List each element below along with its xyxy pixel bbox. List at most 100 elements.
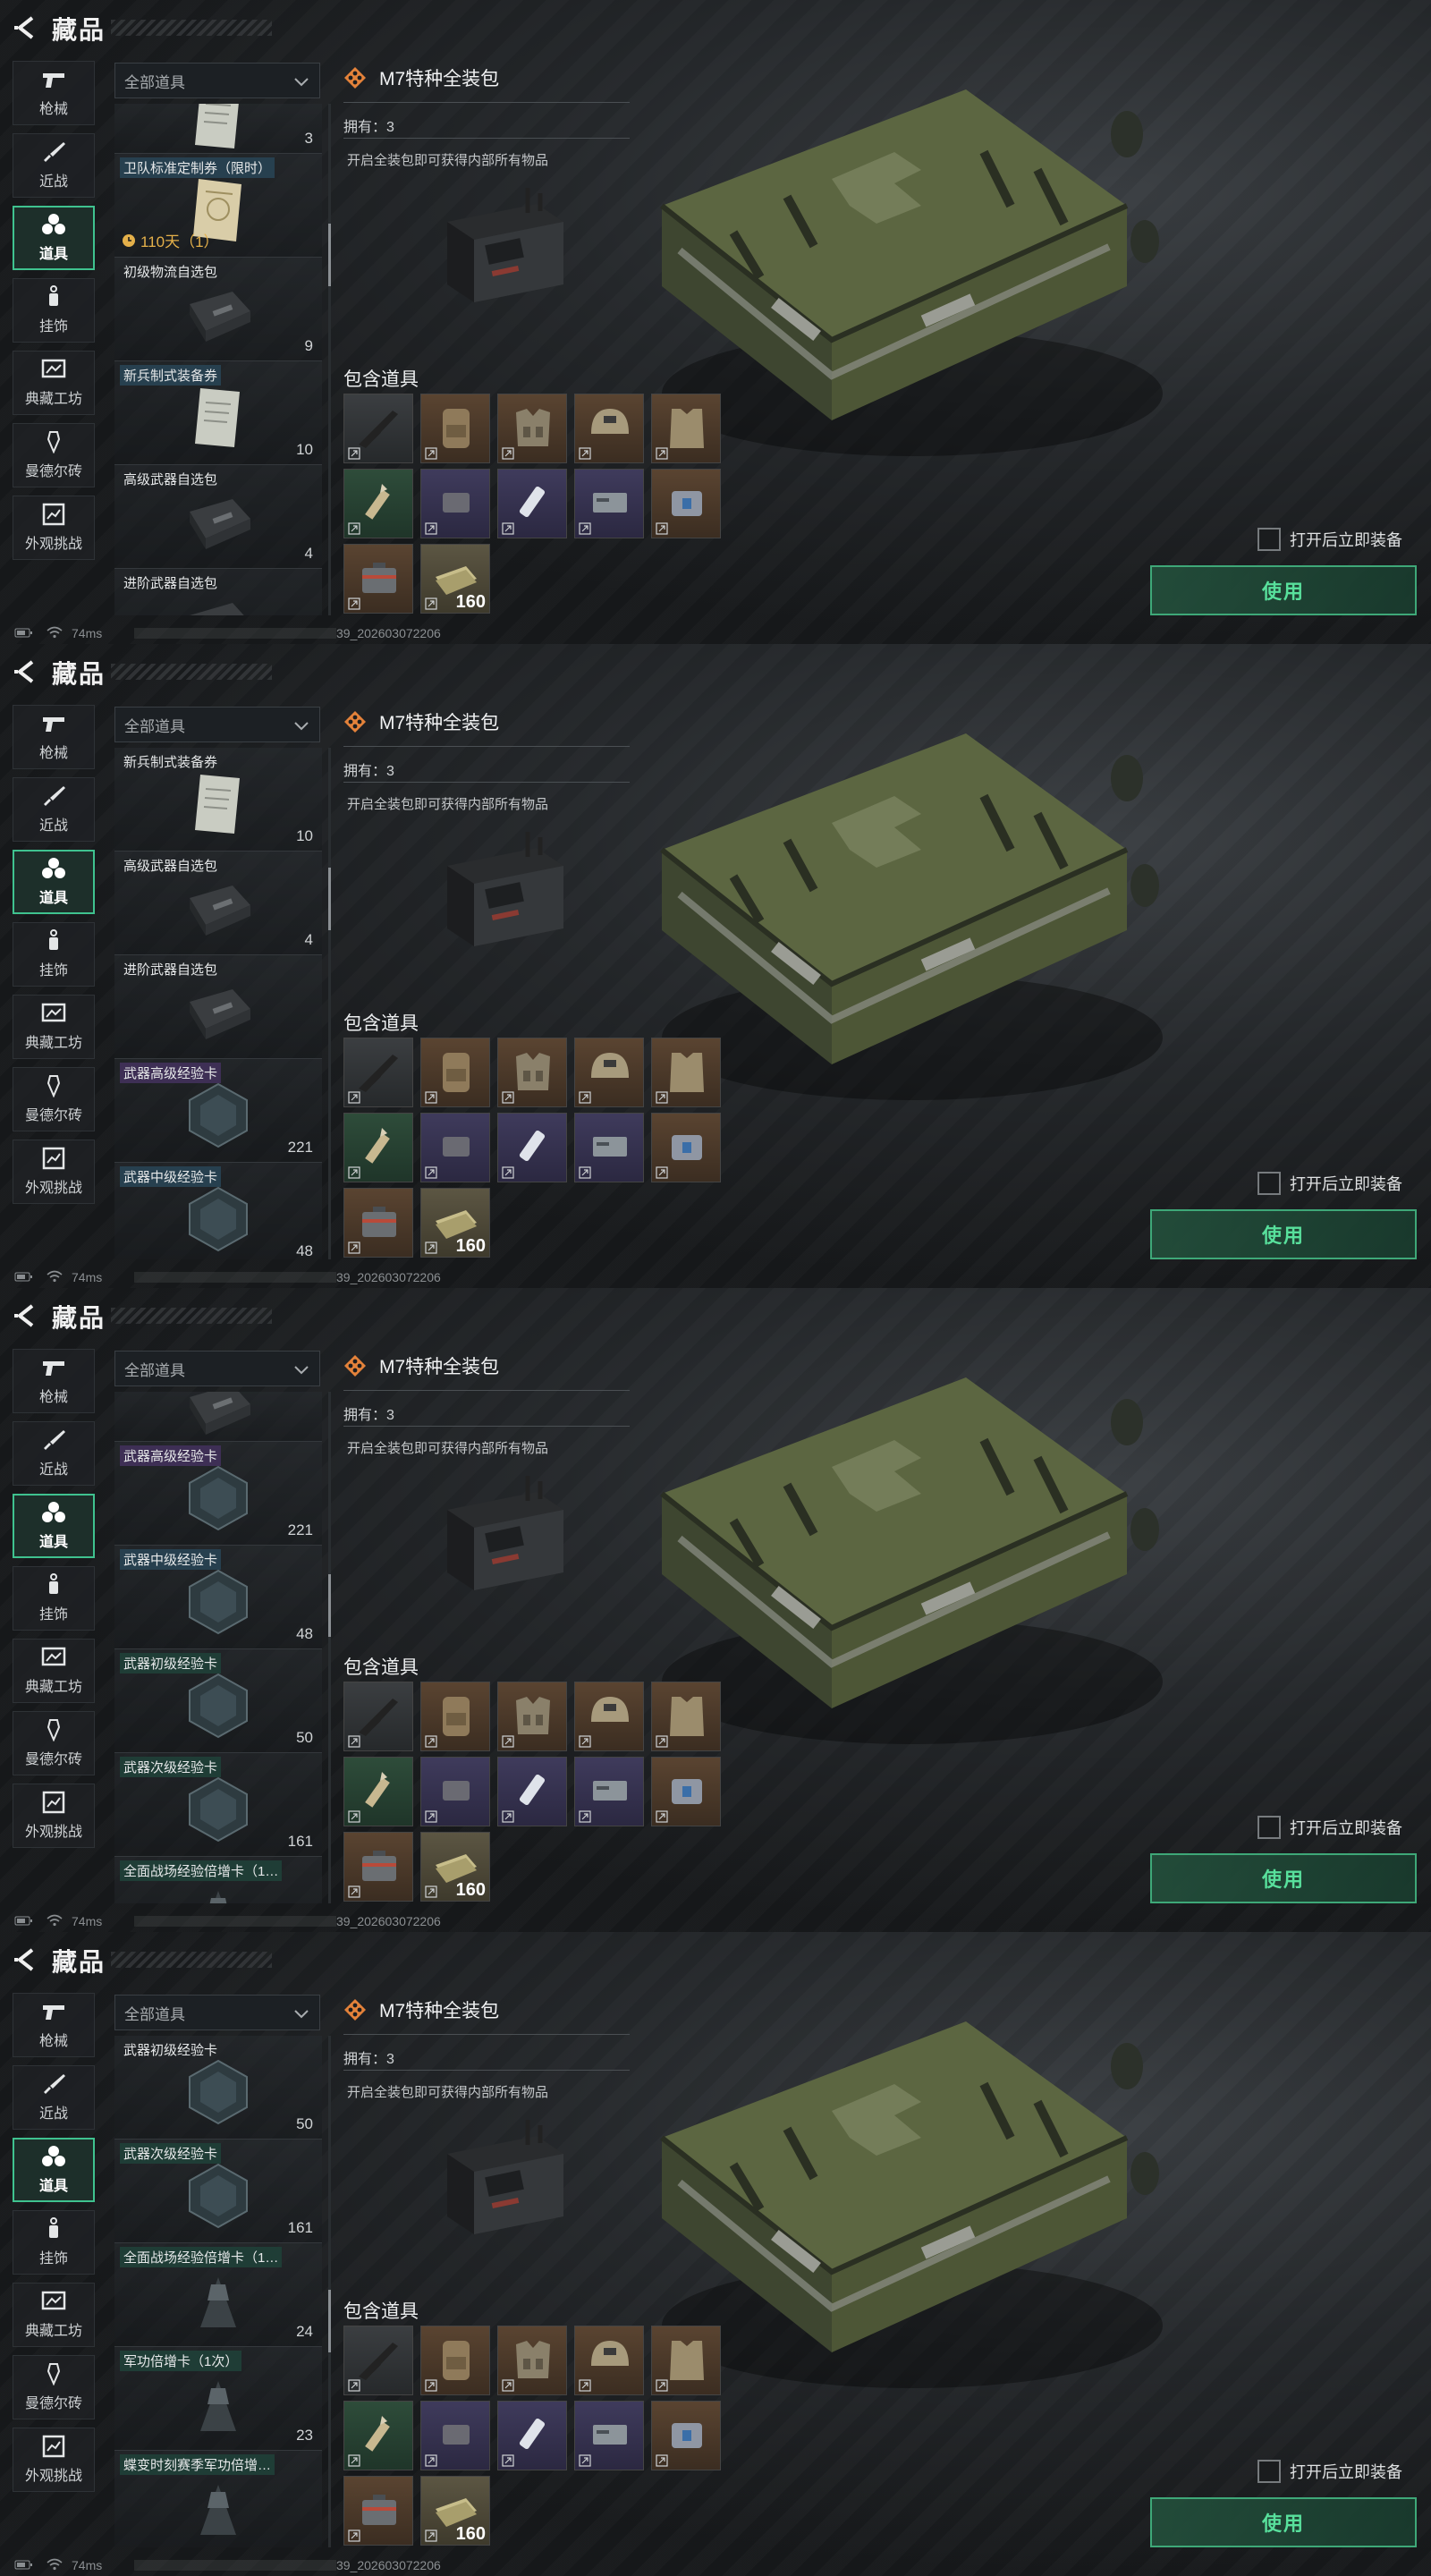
category-tab[interactable]: 曼德尔砖	[13, 1711, 95, 1775]
list-item[interactable]: 高级武器自选包 4	[114, 852, 322, 955]
list-item[interactable]	[114, 1392, 322, 1442]
content-slot-helmet[interactable]	[574, 1682, 644, 1751]
list-scrollbar[interactable]	[328, 748, 331, 1259]
content-slot-key-card[interactable]	[574, 1757, 644, 1826]
list-item[interactable]: 武器高级经验卡 221	[114, 1442, 322, 1546]
list-item[interactable]: 武器次级经验卡 161	[114, 2140, 322, 2243]
list-item[interactable]: 进阶武器自选包	[114, 569, 322, 615]
checkbox-box[interactable]	[1257, 1172, 1281, 1195]
category-tab[interactable]: 典藏工坊	[13, 1639, 95, 1703]
content-slot-helmet[interactable]	[574, 2326, 644, 2395]
content-slot-tool-kit[interactable]	[343, 544, 413, 614]
category-tab[interactable]: 典藏工坊	[13, 2283, 95, 2347]
list-item[interactable]: 武器高级经验卡 221	[114, 1059, 322, 1163]
content-slot-syringe[interactable]	[497, 1757, 567, 1826]
content-slot-backpack[interactable]	[420, 1038, 490, 1107]
scrollbar-thumb[interactable]	[328, 224, 331, 286]
category-tab[interactable]: 外观挑战	[13, 1140, 95, 1204]
category-tab[interactable]: 曼德尔砖	[13, 1067, 95, 1131]
category-tab[interactable]: 典藏工坊	[13, 995, 95, 1059]
content-slot-bullet[interactable]	[343, 2401, 413, 2470]
content-slot-bag[interactable]	[420, 469, 490, 538]
filter-dropdown[interactable]: 全部道具	[114, 707, 320, 742]
use-button[interactable]: 使用	[1150, 1853, 1417, 1903]
checkbox-box[interactable]	[1257, 528, 1281, 551]
use-button[interactable]: 使用	[1150, 2497, 1417, 2547]
content-slot-bullet[interactable]	[343, 1113, 413, 1182]
item-list[interactable]: 新兵制式装备券 10 高级武器自选包 4 进阶武器自选包 武器高级经验卡 221 武器中级经验…	[114, 748, 322, 1259]
category-tab[interactable]: 枪械	[13, 705, 95, 769]
category-tab[interactable]: 近战	[13, 133, 95, 198]
category-tab[interactable]: 道具	[13, 2138, 95, 2202]
content-slot-medkit[interactable]	[651, 1757, 721, 1826]
list-scrollbar[interactable]	[328, 1392, 331, 1903]
list-item[interactable]: 新兵制式装备券 10	[114, 361, 322, 465]
scrollbar-thumb[interactable]	[328, 1574, 331, 1637]
content-slot-helmet[interactable]	[574, 394, 644, 463]
filter-dropdown[interactable]: 全部道具	[114, 1995, 320, 2030]
content-slot-syringe[interactable]	[497, 1113, 567, 1182]
back-button[interactable]	[13, 657, 43, 687]
category-tab[interactable]: 曼德尔砖	[13, 423, 95, 487]
category-tab[interactable]: 挂饰	[13, 2210, 95, 2275]
content-slot-armor-vest[interactable]	[651, 2326, 721, 2395]
content-slot-medkit[interactable]	[651, 1113, 721, 1182]
content-slot-chest-rig[interactable]	[497, 1038, 567, 1107]
checkbox-box[interactable]	[1257, 2460, 1281, 2483]
list-item[interactable]: 武器初级经验卡 50	[114, 1649, 322, 1753]
content-slot-cash[interactable]: 160	[420, 1188, 490, 1258]
content-slot-chest-rig[interactable]	[497, 1682, 567, 1751]
content-slot-cash[interactable]: 160	[420, 2476, 490, 2546]
list-item[interactable]: 3	[114, 104, 322, 154]
content-slot-tool-kit[interactable]	[343, 1832, 413, 1902]
item-list[interactable]: 武器初级经验卡 50 武器次级经验卡 161 全面战场经验倍增卡（1… 24 军功倍增卡（1…	[114, 2036, 322, 2547]
category-tab[interactable]: 枪械	[13, 61, 95, 125]
back-button[interactable]	[13, 1301, 43, 1331]
content-slot-bag[interactable]	[420, 1113, 490, 1182]
content-slot-rifle[interactable]	[343, 1682, 413, 1751]
back-button[interactable]	[13, 1945, 43, 1975]
content-slot-helmet[interactable]	[574, 1038, 644, 1107]
content-slot-tool-kit[interactable]	[343, 1188, 413, 1258]
content-slot-rifle[interactable]	[343, 394, 413, 463]
auto-equip-checkbox[interactable]: 打开后立即装备	[1257, 1172, 1402, 1195]
content-slot-chest-rig[interactable]	[497, 2326, 567, 2395]
category-tab[interactable]: 道具	[13, 850, 95, 914]
category-tab[interactable]: 枪械	[13, 1349, 95, 1413]
list-item[interactable]: 全面战场经验倍增卡（1… 24	[114, 2243, 322, 2347]
item-list[interactable]: 3 卫队标准定制券（限时） 110天（1） 初级物流自选包 9 新兵制式装备券 10 高级武器…	[114, 104, 322, 615]
content-slot-armor-vest[interactable]	[651, 394, 721, 463]
category-tab[interactable]: 典藏工坊	[13, 351, 95, 415]
content-slot-rifle[interactable]	[343, 2326, 413, 2395]
list-item[interactable]: 武器初级经验卡 50	[114, 2036, 322, 2140]
content-slot-syringe[interactable]	[497, 469, 567, 538]
content-slot-cash[interactable]: 160	[420, 1832, 490, 1902]
item-list[interactable]: 武器高级经验卡 221 武器中级经验卡 48 武器初级经验卡 50 武器次级经验卡 161 全面…	[114, 1392, 322, 1903]
content-slot-bag[interactable]	[420, 2401, 490, 2470]
content-slot-medkit[interactable]	[651, 2401, 721, 2470]
content-slot-armor-vest[interactable]	[651, 1682, 721, 1751]
category-tab[interactable]: 外观挑战	[13, 496, 95, 560]
category-tab[interactable]: 道具	[13, 1494, 95, 1558]
list-item[interactable]: 进阶武器自选包	[114, 955, 322, 1059]
content-slot-bag[interactable]	[420, 1757, 490, 1826]
content-slot-rifle[interactable]	[343, 1038, 413, 1107]
list-scrollbar[interactable]	[328, 104, 331, 615]
list-item[interactable]: 初级物流自选包 9	[114, 258, 322, 361]
use-button[interactable]: 使用	[1150, 1209, 1417, 1259]
category-tab[interactable]: 道具	[13, 206, 95, 270]
category-tab[interactable]: 曼德尔砖	[13, 2355, 95, 2419]
auto-equip-checkbox[interactable]: 打开后立即装备	[1257, 528, 1402, 551]
content-slot-key-card[interactable]	[574, 2401, 644, 2470]
list-item[interactable]: 军功倍增卡（1次） 23	[114, 2347, 322, 2451]
list-item[interactable]: 武器中级经验卡 48	[114, 1546, 322, 1649]
list-item[interactable]: 新兵制式装备券 10	[114, 748, 322, 852]
content-slot-key-card[interactable]	[574, 1113, 644, 1182]
content-slot-backpack[interactable]	[420, 2326, 490, 2395]
scrollbar-thumb[interactable]	[328, 2290, 331, 2352]
content-slot-medkit[interactable]	[651, 469, 721, 538]
content-slot-backpack[interactable]	[420, 394, 490, 463]
content-slot-tool-kit[interactable]	[343, 2476, 413, 2546]
category-tab[interactable]: 外观挑战	[13, 2428, 95, 2492]
content-slot-bullet[interactable]	[343, 469, 413, 538]
